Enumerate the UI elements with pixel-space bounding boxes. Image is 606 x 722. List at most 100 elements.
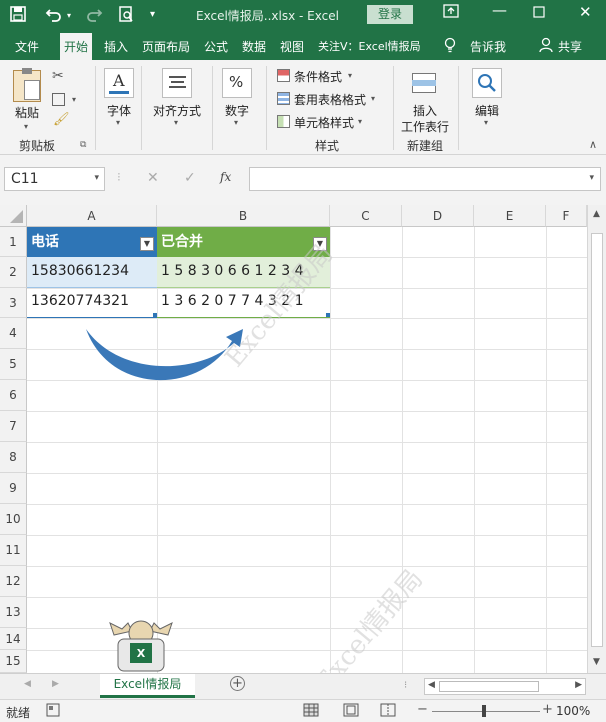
login-button[interactable]: 登录 — [367, 5, 413, 24]
cell-a2[interactable]: 15830661234 — [28, 263, 129, 279]
row-header-3[interactable]: 3 — [0, 288, 27, 318]
row-header-13[interactable]: 13 — [0, 597, 27, 628]
column-header-e[interactable]: E — [474, 205, 546, 227]
zoom-slider-thumb[interactable] — [482, 705, 486, 717]
zoom-slider[interactable] — [432, 711, 540, 712]
column-header-c[interactable]: C — [330, 205, 402, 227]
worksheet-grid[interactable]: A B C D E F 1 2 3 4 5 6 7 8 9 10 11 12 1… — [0, 205, 606, 673]
tab-home[interactable]: 开始 — [60, 33, 93, 60]
select-all-button[interactable] — [0, 205, 27, 227]
table-format-button[interactable]: 套用表格格式 — [294, 91, 366, 108]
cell-a1[interactable]: 电话 — [27, 227, 157, 257]
undo-icon[interactable] — [45, 6, 63, 26]
tell-me-search[interactable]: 告诉我 — [470, 38, 506, 55]
number-dropdown-icon[interactable]: ▾ — [234, 118, 238, 127]
page-layout-view-icon[interactable] — [343, 703, 359, 720]
zoom-out-icon[interactable]: − — [417, 702, 428, 717]
confirm-entry-icon[interactable]: ✓ — [184, 170, 196, 186]
hscroll-right-icon[interactable]: ▶ — [575, 680, 582, 690]
cut-icon[interactable]: ✂ — [52, 68, 64, 84]
row-header-15[interactable]: 15 — [0, 650, 27, 673]
share-user-icon[interactable] — [539, 37, 555, 56]
row-header-9[interactable]: 9 — [0, 473, 27, 504]
column-header-f[interactable]: F — [546, 205, 587, 227]
print-preview-icon[interactable] — [118, 6, 134, 27]
scroll-down-icon[interactable]: ▼ — [593, 657, 600, 667]
minimize-icon[interactable]: — — [492, 1, 507, 19]
row-header-2[interactable]: 2 — [0, 257, 27, 288]
row-header-10[interactable]: 10 — [0, 504, 27, 535]
lightbulb-icon[interactable] — [444, 37, 456, 57]
tab-insert[interactable]: 插入 — [104, 38, 128, 55]
row-header-12[interactable]: 12 — [0, 566, 27, 597]
save-icon[interactable] — [10, 6, 26, 26]
hscroll-left-icon[interactable]: ◀ — [428, 680, 435, 690]
alignment-label[interactable]: 对齐方式 — [153, 102, 201, 119]
alignment-dropdown-icon[interactable]: ▾ — [174, 118, 178, 127]
undo-dropdown-icon[interactable]: ▾ — [67, 11, 71, 20]
formula-input[interactable]: ▾ — [249, 167, 601, 191]
column-header-a[interactable]: A — [27, 205, 157, 227]
horizontal-scroll-thumb[interactable] — [439, 681, 539, 692]
cell-style-dropdown-icon[interactable]: ▾ — [358, 117, 362, 126]
zoom-level[interactable]: 100% — [556, 704, 590, 718]
insert-rows-label[interactable]: 工作表行 — [401, 118, 449, 135]
column-header-b[interactable]: B — [157, 205, 330, 227]
insert-icon[interactable] — [410, 68, 440, 98]
collapse-ribbon-icon[interactable]: ∧ — [589, 138, 597, 151]
redo-icon[interactable] — [85, 6, 103, 26]
filter-a-dropdown-icon[interactable]: ▼ — [140, 237, 154, 251]
close-icon[interactable]: ✕ — [579, 3, 592, 21]
row-header-4[interactable]: 4 — [0, 318, 27, 349]
paste-dropdown-icon[interactable]: ▾ — [24, 122, 28, 131]
editing-dropdown-icon[interactable]: ▾ — [484, 118, 488, 127]
row-header-5[interactable]: 5 — [0, 349, 27, 380]
number-format-icon[interactable]: % — [222, 68, 252, 98]
table-resize-handle[interactable] — [153, 313, 157, 317]
row-header-14[interactable]: 14 — [0, 628, 27, 650]
normal-view-icon[interactable] — [303, 703, 319, 720]
macro-record-icon[interactable] — [46, 703, 60, 720]
tab-data[interactable]: 数据 — [242, 38, 266, 55]
tab-formulas[interactable]: 公式 — [204, 38, 228, 55]
cancel-entry-icon[interactable]: ✕ — [147, 170, 159, 186]
conditional-format-dropdown-icon[interactable]: ▾ — [348, 71, 352, 80]
font-label[interactable]: 字体 — [107, 102, 131, 119]
row-header-11[interactable]: 11 — [0, 535, 27, 566]
table-format-dropdown-icon[interactable]: ▾ — [371, 94, 375, 103]
zoom-in-icon[interactable]: + — [542, 702, 553, 717]
page-break-view-icon[interactable] — [380, 703, 396, 720]
column-header-d[interactable]: D — [402, 205, 474, 227]
cell-a3[interactable]: 13620774321 — [28, 293, 129, 309]
expand-formula-icon[interactable]: ▾ — [589, 173, 594, 183]
tab-page-layout[interactable]: 页面布局 — [142, 38, 190, 55]
vertical-scrollbar[interactable]: ▲ ▼ — [587, 205, 606, 673]
row-header-7[interactable]: 7 — [0, 411, 27, 442]
insert-label[interactable]: 插入 — [413, 102, 437, 119]
font-icon[interactable]: A — [104, 68, 134, 98]
sheet-scroll-right-icon[interactable]: ▶ — [52, 679, 59, 689]
alignment-icon[interactable] — [162, 68, 192, 98]
table-resize-handle[interactable] — [326, 313, 330, 317]
tab-follow[interactable]: 关注V：Excel情报局 — [318, 38, 421, 54]
editing-icon[interactable] — [472, 68, 502, 98]
cell-style-button[interactable]: 单元格样式 — [294, 114, 354, 131]
cell-style-icon[interactable] — [277, 115, 290, 128]
paste-label[interactable]: 粘贴 — [15, 104, 39, 121]
horizontal-scrollbar[interactable]: ◀ ▶ — [424, 678, 586, 695]
conditional-format-icon[interactable] — [277, 69, 290, 82]
conditional-format-button[interactable]: 条件格式 — [294, 68, 342, 85]
font-dropdown-icon[interactable]: ▾ — [116, 118, 120, 127]
name-box[interactable]: C11 ▾ — [4, 167, 105, 191]
tab-view[interactable]: 视图 — [280, 38, 304, 55]
customize-toolbar-icon[interactable]: ▾ — [150, 9, 155, 20]
add-sheet-icon[interactable]: + — [230, 676, 245, 691]
clipboard-launcher-icon[interactable]: ⧉ — [80, 140, 86, 150]
insert-function-icon[interactable]: fx — [220, 170, 231, 184]
format-painter-icon[interactable]: 🖌 — [53, 112, 70, 127]
row-header-8[interactable]: 8 — [0, 442, 27, 473]
tab-split-handle-icon[interactable]: ⁝ — [404, 680, 407, 691]
row-header-1[interactable]: 1 — [0, 227, 27, 257]
sheet-tab[interactable]: Excel情报局 — [100, 674, 195, 698]
sheet-scroll-left-icon[interactable]: ◀ — [24, 679, 31, 689]
